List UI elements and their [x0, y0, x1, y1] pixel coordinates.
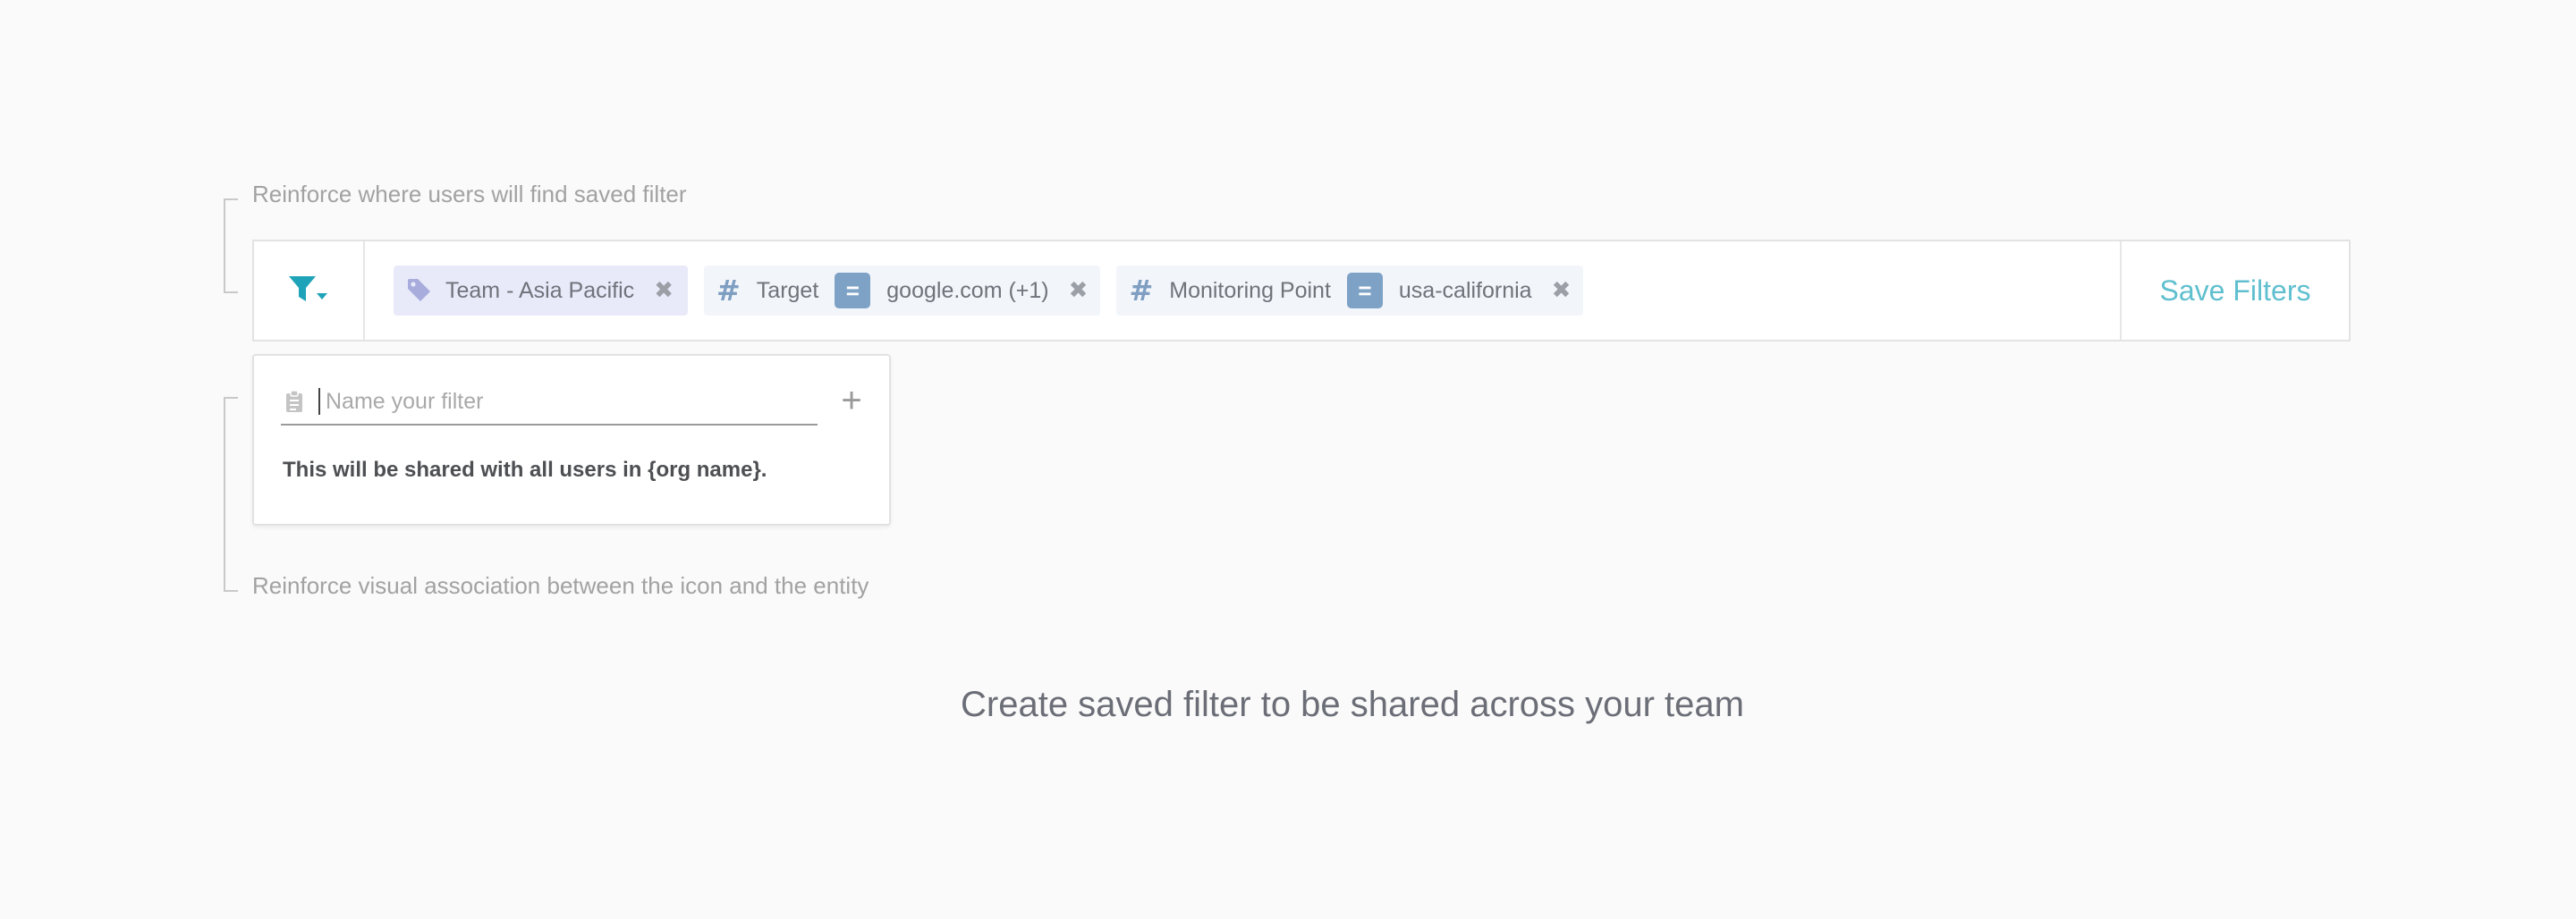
remove-filter-icon[interactable]: ✖	[1069, 277, 1089, 304]
filter-chip-monitoring-point[interactable]: # Monitoring Point = usa-california ✖	[1116, 266, 1584, 316]
filter-funnel-dropdown-icon	[289, 276, 327, 301]
clipboard-icon	[284, 390, 304, 413]
save-filters-button[interactable]: Save Filters	[2120, 241, 2349, 340]
operator-badge[interactable]: =	[1346, 273, 1383, 308]
annotation-bottom-note: Reinforce visual association between the…	[252, 572, 869, 599]
add-filter-button[interactable]: +	[834, 381, 869, 420]
remove-filter-icon[interactable]: ✖	[1552, 277, 1572, 304]
annotation-top-note: Reinforce where users will find saved fi…	[252, 181, 687, 207]
hash-icon: #	[716, 274, 741, 308]
share-note: This will be shared with all users in {o…	[283, 458, 767, 482]
save-filter-popover: + This will be shared with all users in …	[252, 354, 891, 526]
filter-chip-key: Target	[756, 277, 819, 303]
filter-name-row	[281, 379, 818, 426]
filter-menu-button[interactable]	[254, 241, 365, 340]
annotation-bracket-bottom	[224, 397, 238, 592]
filter-chip-value: usa-california	[1398, 277, 1532, 303]
filter-chips: Team - Asia Pacific ✖ # Target = google.…	[365, 241, 2120, 340]
page-caption: Create saved filter to be shared across …	[961, 685, 1744, 724]
filter-chip-value: google.com (+1)	[886, 277, 1049, 303]
tag-icon	[406, 277, 433, 304]
filter-chip-label: Team - Asia Pacific	[445, 277, 635, 303]
remove-filter-icon[interactable]: ✖	[654, 277, 674, 304]
filter-chip-team[interactable]: Team - Asia Pacific ✖	[394, 266, 688, 316]
filter-name-input[interactable]	[318, 388, 818, 415]
filter-bar: Team - Asia Pacific ✖ # Target = google.…	[252, 240, 2351, 341]
filter-chip-target[interactable]: # Target = google.com (+1) ✖	[703, 266, 1101, 316]
filter-chip-key: Monitoring Point	[1169, 277, 1331, 303]
hash-icon: #	[1129, 274, 1154, 308]
annotation-bracket-top	[224, 198, 238, 293]
operator-badge[interactable]: =	[835, 273, 871, 308]
